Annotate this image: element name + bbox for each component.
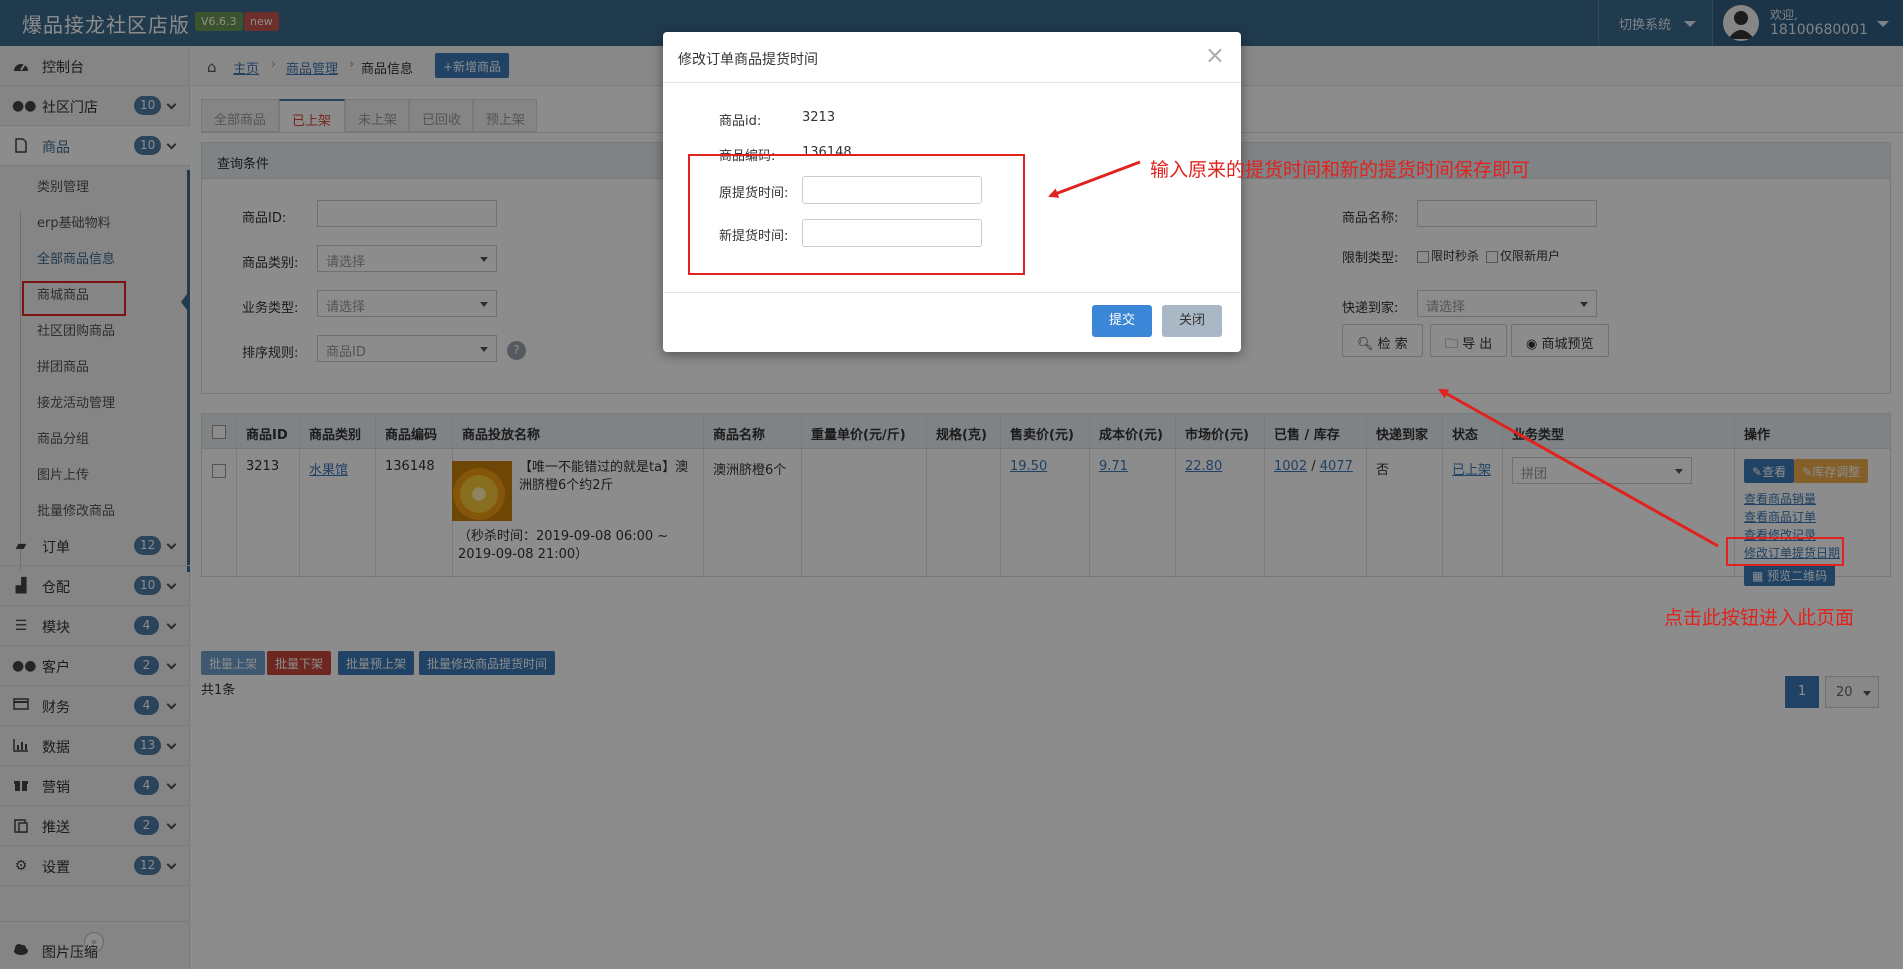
close-button[interactable]: 关闭 (1162, 305, 1222, 337)
dialog-header: 修改订单商品提货时间 × (663, 32, 1241, 83)
annotation-highlight-box (1726, 537, 1844, 566)
dialog-divider (663, 292, 1241, 293)
product-id-label: 商品id: (719, 114, 762, 129)
annotation-highlight-box (688, 154, 1025, 275)
annotation-bottom-text: 点击此按钮进入此页面 (1664, 607, 1855, 629)
dialog-title: 修改订单商品提货时间 (678, 52, 818, 68)
close-icon[interactable]: × (1205, 42, 1225, 68)
submit-button[interactable]: 提交 (1092, 305, 1152, 337)
annotation-top-text: 输入原来的提货时间和新的提货时间保存即可 (1150, 159, 1531, 181)
product-id-value: 3213 (802, 110, 836, 125)
